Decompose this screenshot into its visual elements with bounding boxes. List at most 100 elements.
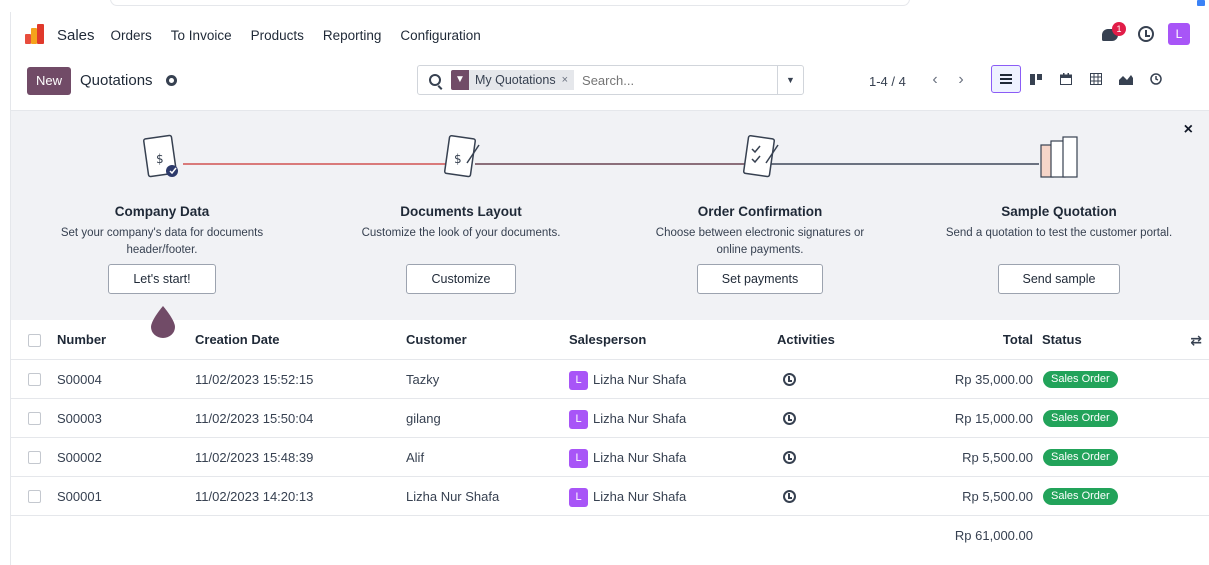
send-sample-button[interactable]: Send sample <box>997 264 1121 294</box>
customer-name: gilang <box>406 411 441 426</box>
salesperson: L Lizha Nur Shafa <box>569 399 686 438</box>
menu-products[interactable]: Products <box>251 28 304 43</box>
row-checkbox[interactable] <box>28 373 41 386</box>
quotations-list: Number Creation Date Customer Salesperso… <box>11 320 1209 556</box>
activity-clock-icon[interactable] <box>783 451 796 464</box>
activity-clock-icon[interactable] <box>783 412 796 425</box>
order-number: S00003 <box>57 411 102 426</box>
salesperson: L Lizha Nur Shafa <box>569 360 686 399</box>
customer-name: Lizha Nur Shafa <box>406 489 500 504</box>
order-total: Rp 35,000.00 <box>954 372 1033 387</box>
chat-icon[interactable]: 1 <box>1102 22 1126 44</box>
menu-orders[interactable]: Orders <box>111 28 152 43</box>
activity-clock-icon[interactable] <box>783 373 796 386</box>
user-avatar[interactable]: L <box>1168 23 1190 45</box>
row-checkbox[interactable] <box>28 490 41 503</box>
creation-date: 11/02/2023 15:50:04 <box>195 411 314 426</box>
activity-view-icon[interactable] <box>1141 65 1171 93</box>
step-title: Company Data <box>114 204 210 219</box>
table-row[interactable]: S00003 11/02/2023 15:50:04 gilang L Lizha… <box>11 399 1209 438</box>
step-description: Choose between electronic signatures or … <box>655 227 865 256</box>
svg-text:$: $ <box>454 152 462 166</box>
sales-app-icon[interactable] <box>25 24 47 46</box>
gear-icon[interactable] <box>166 75 177 86</box>
graph-view-icon[interactable] <box>1111 65 1141 93</box>
row-checkbox[interactable] <box>28 451 41 464</box>
onboarding-banner: × $ Company Data Set your company's data… <box>11 110 1209 338</box>
step-title: Documents Layout <box>400 204 522 219</box>
totals-row: Rp 61,000.00 <box>11 516 1209 556</box>
set-payments-button[interactable]: Set payments <box>696 264 824 294</box>
step-description: Send a quotation to test the customer po… <box>945 227 1173 239</box>
col-activities[interactable]: Activities <box>777 320 835 359</box>
table-row[interactable]: S00001 11/02/2023 14:20:13 Lizha Nur Sha… <box>11 477 1209 516</box>
search-dropdown-toggle[interactable]: ▼ <box>777 66 803 94</box>
browser-address-bar[interactable] <box>110 0 910 6</box>
calendar-view-icon[interactable] <box>1051 65 1081 93</box>
menu-to-invoice[interactable]: To Invoice <box>171 28 232 43</box>
customer-name: Alif <box>406 450 425 465</box>
select-all-checkbox[interactable] <box>28 334 41 347</box>
step-company-data: $ Company Data Set your company's data f… <box>12 131 312 294</box>
pager-previous-icon[interactable]: ‹ <box>924 69 946 91</box>
customize-button[interactable]: Customize <box>406 264 516 294</box>
browser-top-strip <box>0 0 1209 12</box>
pivot-view-icon[interactable] <box>1081 65 1111 93</box>
svg-text:$: $ <box>156 152 164 166</box>
creation-date: 11/02/2023 15:52:15 <box>195 372 314 387</box>
row-checkbox[interactable] <box>28 412 41 425</box>
step-description: Set your company's data for documents he… <box>60 227 264 256</box>
lets-start-button[interactable]: Let's start! <box>108 264 216 294</box>
table-row[interactable]: S00004 11/02/2023 15:52:15 Tazky L Lizha … <box>11 360 1209 399</box>
col-total[interactable]: Total <box>1003 320 1033 360</box>
table-row[interactable]: S00002 11/02/2023 15:48:39 Alif L Lizha N… <box>11 438 1209 477</box>
status-badge: Sales Order <box>1043 488 1118 505</box>
col-customer[interactable]: Customer <box>406 320 467 359</box>
search-icon[interactable] <box>429 74 441 86</box>
sample-documents-icon <box>1040 136 1078 178</box>
salesperson-name: Lizha Nur Shafa <box>593 372 687 387</box>
col-creation-date[interactable]: Creation Date <box>195 320 280 359</box>
customer-name: Tazky <box>406 372 440 387</box>
step-order-confirmation: Order Confirmation Choose between electr… <box>610 131 910 294</box>
facet-close-icon[interactable]: × <box>561 70 575 90</box>
checklist-document-icon <box>742 135 779 178</box>
creation-date: 11/02/2023 14:20:13 <box>195 489 314 504</box>
col-status[interactable]: Status <box>1042 320 1082 359</box>
optional-columns-icon[interactable]: ⇄ <box>1190 332 1202 349</box>
company-document-icon: $ <box>143 134 178 178</box>
grand-total: Rp 61,000.00 <box>954 528 1033 543</box>
app-name[interactable]: Sales <box>57 27 95 44</box>
menu-configuration[interactable]: Configuration <box>400 28 480 43</box>
salesperson-name: Lizha Nur Shafa <box>593 489 687 504</box>
view-switcher <box>991 65 1171 93</box>
browser-corner-indicator <box>1197 0 1205 6</box>
col-salesperson[interactable]: Salesperson <box>569 320 646 359</box>
pager-value[interactable]: 1-4 / 4 <box>869 74 906 89</box>
salesperson: L Lizha Nur Shafa <box>569 477 686 516</box>
pager-next-icon[interactable]: › <box>950 69 972 91</box>
salesperson-avatar: L <box>569 488 588 508</box>
table-header: Number Creation Date Customer Salesperso… <box>11 320 1209 360</box>
step-title: Order Confirmation <box>697 204 823 219</box>
control-panel: New Quotations ▼ My Quotations × ▼ 1-4 /… <box>11 58 1209 110</box>
activity-clock-icon[interactable] <box>783 490 796 503</box>
facet-label: My Quotations <box>469 70 562 90</box>
navbar-systray: 1 L <box>1102 22 1190 45</box>
menu-reporting[interactable]: Reporting <box>323 28 382 43</box>
salesperson: L Lizha Nur Shafa <box>569 438 686 477</box>
list-view-icon[interactable] <box>991 65 1021 93</box>
page-title: Quotations <box>80 72 153 89</box>
creation-date: 11/02/2023 15:48:39 <box>195 450 314 465</box>
col-number[interactable]: Number <box>57 320 106 359</box>
filter-icon: ▼ <box>451 70 469 90</box>
activity-clock-icon[interactable] <box>1138 26 1154 42</box>
new-button[interactable]: New <box>27 67 71 95</box>
app-window: Sales Orders To Invoice Products Reporti… <box>10 12 1209 565</box>
status-badge: Sales Order <box>1043 371 1118 388</box>
kanban-view-icon[interactable] <box>1021 65 1051 93</box>
salesperson-avatar: L <box>569 410 588 430</box>
order-total: Rp 5,500.00 <box>962 450 1033 465</box>
search-facet: ▼ My Quotations × <box>451 70 575 90</box>
search-input[interactable] <box>582 72 763 88</box>
